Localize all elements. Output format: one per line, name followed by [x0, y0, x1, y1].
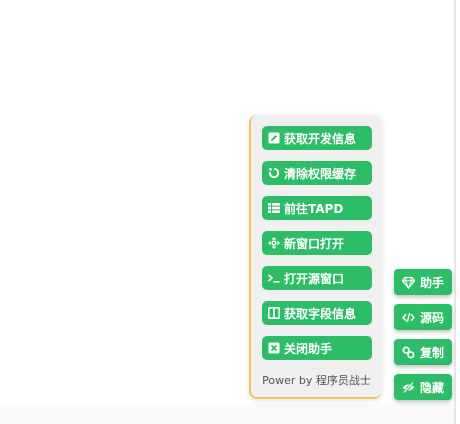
scrollbar-edge	[454, 0, 456, 424]
get-field-info-label: 获取字段信息	[284, 306, 357, 321]
page-bottom-band	[0, 404, 454, 424]
helper-panel: 获取开发信息 清除权限缓存 前往TAPD 新窗口打开 打开源窗口 获取字段信息	[249, 115, 382, 399]
hide-button[interactable]: 隐藏	[394, 374, 452, 400]
source-code-button[interactable]: 源码	[394, 304, 452, 330]
refresh-icon	[268, 167, 280, 179]
code-icon	[402, 311, 415, 324]
hide-label: 隐藏	[420, 380, 445, 395]
copy-button[interactable]: 复制	[394, 339, 452, 365]
clear-permission-cache-button[interactable]: 清除权限缓存	[262, 161, 372, 185]
get-dev-info-button[interactable]: 获取开发信息	[262, 126, 372, 150]
open-new-window-label: 新窗口打开	[284, 236, 345, 251]
get-dev-info-label: 获取开发信息	[284, 131, 357, 146]
close-square-icon	[268, 342, 280, 354]
columns-icon	[268, 307, 280, 319]
power-by-footer: Power by 程序员战士	[262, 374, 371, 387]
goto-tapd-button[interactable]: 前往TAPD	[262, 196, 372, 220]
link-icon	[402, 346, 415, 359]
eye-slash-icon	[402, 381, 415, 394]
list-icon	[268, 202, 280, 214]
source-code-label: 源码	[420, 310, 445, 325]
assistant-button[interactable]: 助手	[394, 269, 452, 295]
diamond-icon	[402, 276, 415, 289]
close-helper-button[interactable]: 关闭助手	[262, 336, 372, 360]
open-source-window-button[interactable]: 打开源窗口	[262, 266, 372, 290]
clear-permission-cache-label: 清除权限缓存	[284, 166, 357, 181]
terminal-icon	[268, 272, 280, 284]
get-field-info-button[interactable]: 获取字段信息	[262, 301, 372, 325]
assistant-label: 助手	[420, 275, 445, 290]
copy-label: 复制	[420, 345, 445, 360]
edit-square-icon	[268, 132, 280, 144]
goto-tapd-label: 前往TAPD	[284, 201, 344, 216]
open-new-window-button[interactable]: 新窗口打开	[262, 231, 372, 255]
close-helper-label: 关闭助手	[284, 341, 333, 356]
open-source-window-label: 打开源窗口	[284, 271, 345, 286]
move-arrows-icon	[268, 237, 280, 249]
